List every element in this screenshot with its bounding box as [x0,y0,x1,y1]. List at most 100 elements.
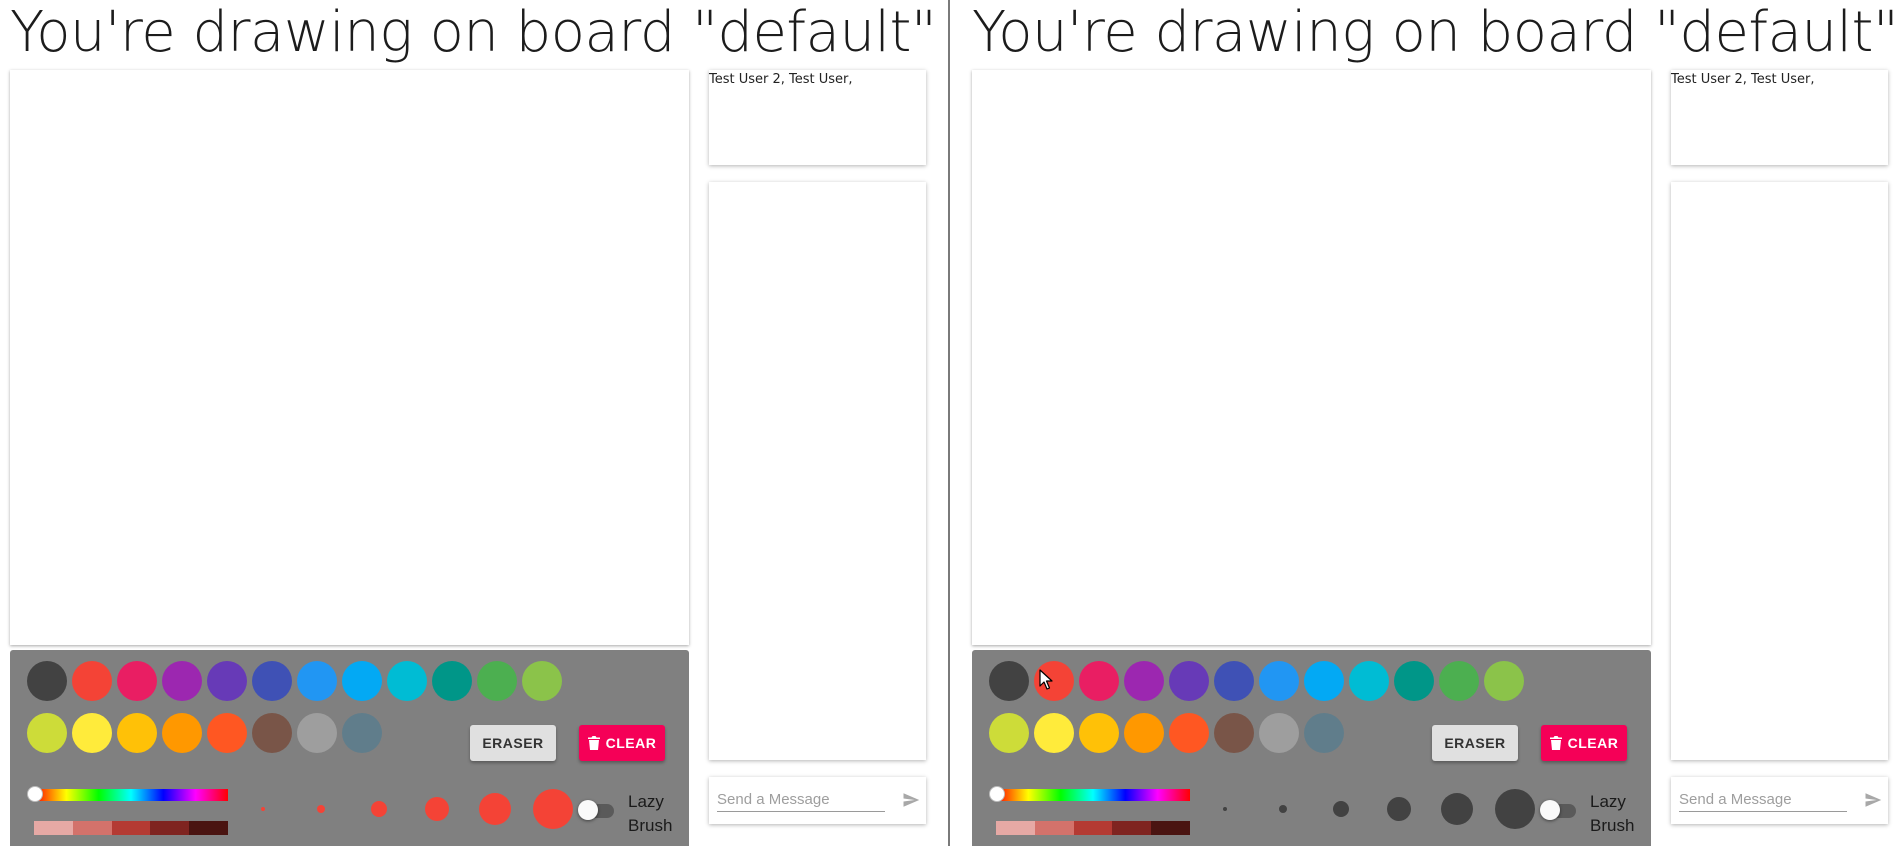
send-icon[interactable] [901,791,921,809]
clear-button[interactable]: CLEAR [1541,725,1627,761]
color-swatch[interactable] [387,661,427,701]
brush-size-option[interactable] [533,789,573,829]
color-swatch[interactable] [477,661,517,701]
lazy-brush-toggle[interactable] [1540,800,1560,820]
page-title: You're drawing on board "default" [972,0,1899,65]
shade-swatch[interactable] [1034,821,1074,835]
hue-slider-thumb[interactable] [989,786,1005,802]
color-swatch[interactable] [522,661,562,701]
shade-swatch[interactable] [1073,821,1113,835]
brush-size-option[interactable] [1441,793,1473,825]
color-swatch[interactable] [72,661,112,701]
page-title: You're drawing on board "default" [10,0,937,65]
color-swatch[interactable] [1079,661,1119,701]
color-swatch[interactable] [432,661,472,701]
color-swatch[interactable] [1304,713,1344,753]
shade-swatch[interactable] [111,821,151,835]
trash-icon [1549,736,1562,750]
board-pane-right: You're drawing on board "default" ERASER… [962,0,1903,846]
mouse-pointer-icon [1039,669,1053,690]
color-swatch[interactable] [72,713,112,753]
color-swatch[interactable] [1169,661,1209,701]
brush-size-option[interactable] [1279,805,1287,813]
color-swatch[interactable] [117,661,157,701]
lazy-brush-toggle[interactable] [578,800,598,820]
color-swatch[interactable] [117,713,157,753]
eraser-button[interactable]: ERASER [470,725,556,761]
trash-icon [587,736,600,750]
shade-swatch[interactable] [1151,821,1190,835]
color-swatch[interactable] [1214,661,1254,701]
online-users-list: Test User 2, Test User, [709,72,853,87]
brush-size-option[interactable] [1333,801,1349,817]
brush-size-option[interactable] [317,805,325,813]
chat-messages-panel [1671,182,1888,760]
brush-size-option[interactable] [371,801,387,817]
color-swatch[interactable] [989,713,1029,753]
window-divider [948,0,950,846]
color-swatch[interactable] [207,661,247,701]
color-swatch[interactable] [162,661,202,701]
drawing-toolbar: ERASER CLEAR Lazy Brush [972,650,1651,846]
color-swatch[interactable] [1214,713,1254,753]
brush-size-option[interactable] [425,797,449,821]
clear-button-label: CLEAR [605,735,657,751]
send-icon[interactable] [1863,791,1883,809]
color-swatch[interactable] [297,661,337,701]
color-swatch[interactable] [342,713,382,753]
brush-size-option[interactable] [479,793,511,825]
shade-picker [34,821,228,835]
brush-size-option[interactable] [261,807,265,811]
color-swatch[interactable] [1124,713,1164,753]
shade-picker [996,821,1190,835]
color-swatch[interactable] [1394,661,1434,701]
hue-slider[interactable] [34,789,228,801]
color-swatch[interactable] [162,713,202,753]
color-swatch[interactable] [342,661,382,701]
message-composer [709,777,926,824]
color-swatch[interactable] [27,661,67,701]
clear-button[interactable]: CLEAR [579,725,665,761]
message-input[interactable] [717,787,885,812]
shade-swatch[interactable] [34,821,73,835]
color-swatch[interactable] [297,713,337,753]
color-swatch[interactable] [1124,661,1164,701]
color-swatch[interactable] [27,713,67,753]
lazy-brush-label: Lazy Brush [1590,792,1635,835]
color-swatch[interactable] [1079,713,1119,753]
drawing-toolbar: ERASER CLEAR Lazy Brush [10,650,689,846]
color-swatch[interactable] [207,713,247,753]
color-swatch[interactable] [1034,713,1074,753]
color-swatch[interactable] [1169,713,1209,753]
color-swatch[interactable] [1439,661,1479,701]
shade-swatch[interactable] [996,821,1035,835]
color-swatch[interactable] [989,661,1029,701]
clear-button-label: CLEAR [1567,735,1619,751]
color-swatch[interactable] [1259,661,1299,701]
shade-swatch[interactable] [72,821,112,835]
hue-slider[interactable] [996,789,1190,801]
message-composer [1671,777,1888,824]
brush-size-option[interactable] [1223,807,1227,811]
hue-slider-thumb[interactable] [27,786,43,802]
online-users-panel: Test User 2, Test User, [709,70,926,165]
color-swatch[interactable] [1349,661,1389,701]
brush-size-option[interactable] [1387,797,1411,821]
color-swatch[interactable] [252,713,292,753]
message-input[interactable] [1679,787,1847,812]
drawing-canvas[interactable] [10,70,689,645]
color-swatch[interactable] [1484,661,1524,701]
shade-swatch[interactable] [150,821,190,835]
chat-messages-panel [709,182,926,760]
color-swatch[interactable] [252,661,292,701]
online-users-list: Test User 2, Test User, [1671,72,1815,87]
color-swatch[interactable] [1259,713,1299,753]
shade-swatch[interactable] [189,821,228,835]
eraser-button[interactable]: ERASER [1432,725,1518,761]
color-swatch[interactable] [1304,661,1344,701]
online-users-panel: Test User 2, Test User, [1671,70,1888,165]
drawing-canvas[interactable] [972,70,1651,645]
shade-swatch[interactable] [1112,821,1152,835]
brush-size-option[interactable] [1495,789,1535,829]
board-pane-left: You're drawing on board "default" ERASER… [0,0,945,846]
